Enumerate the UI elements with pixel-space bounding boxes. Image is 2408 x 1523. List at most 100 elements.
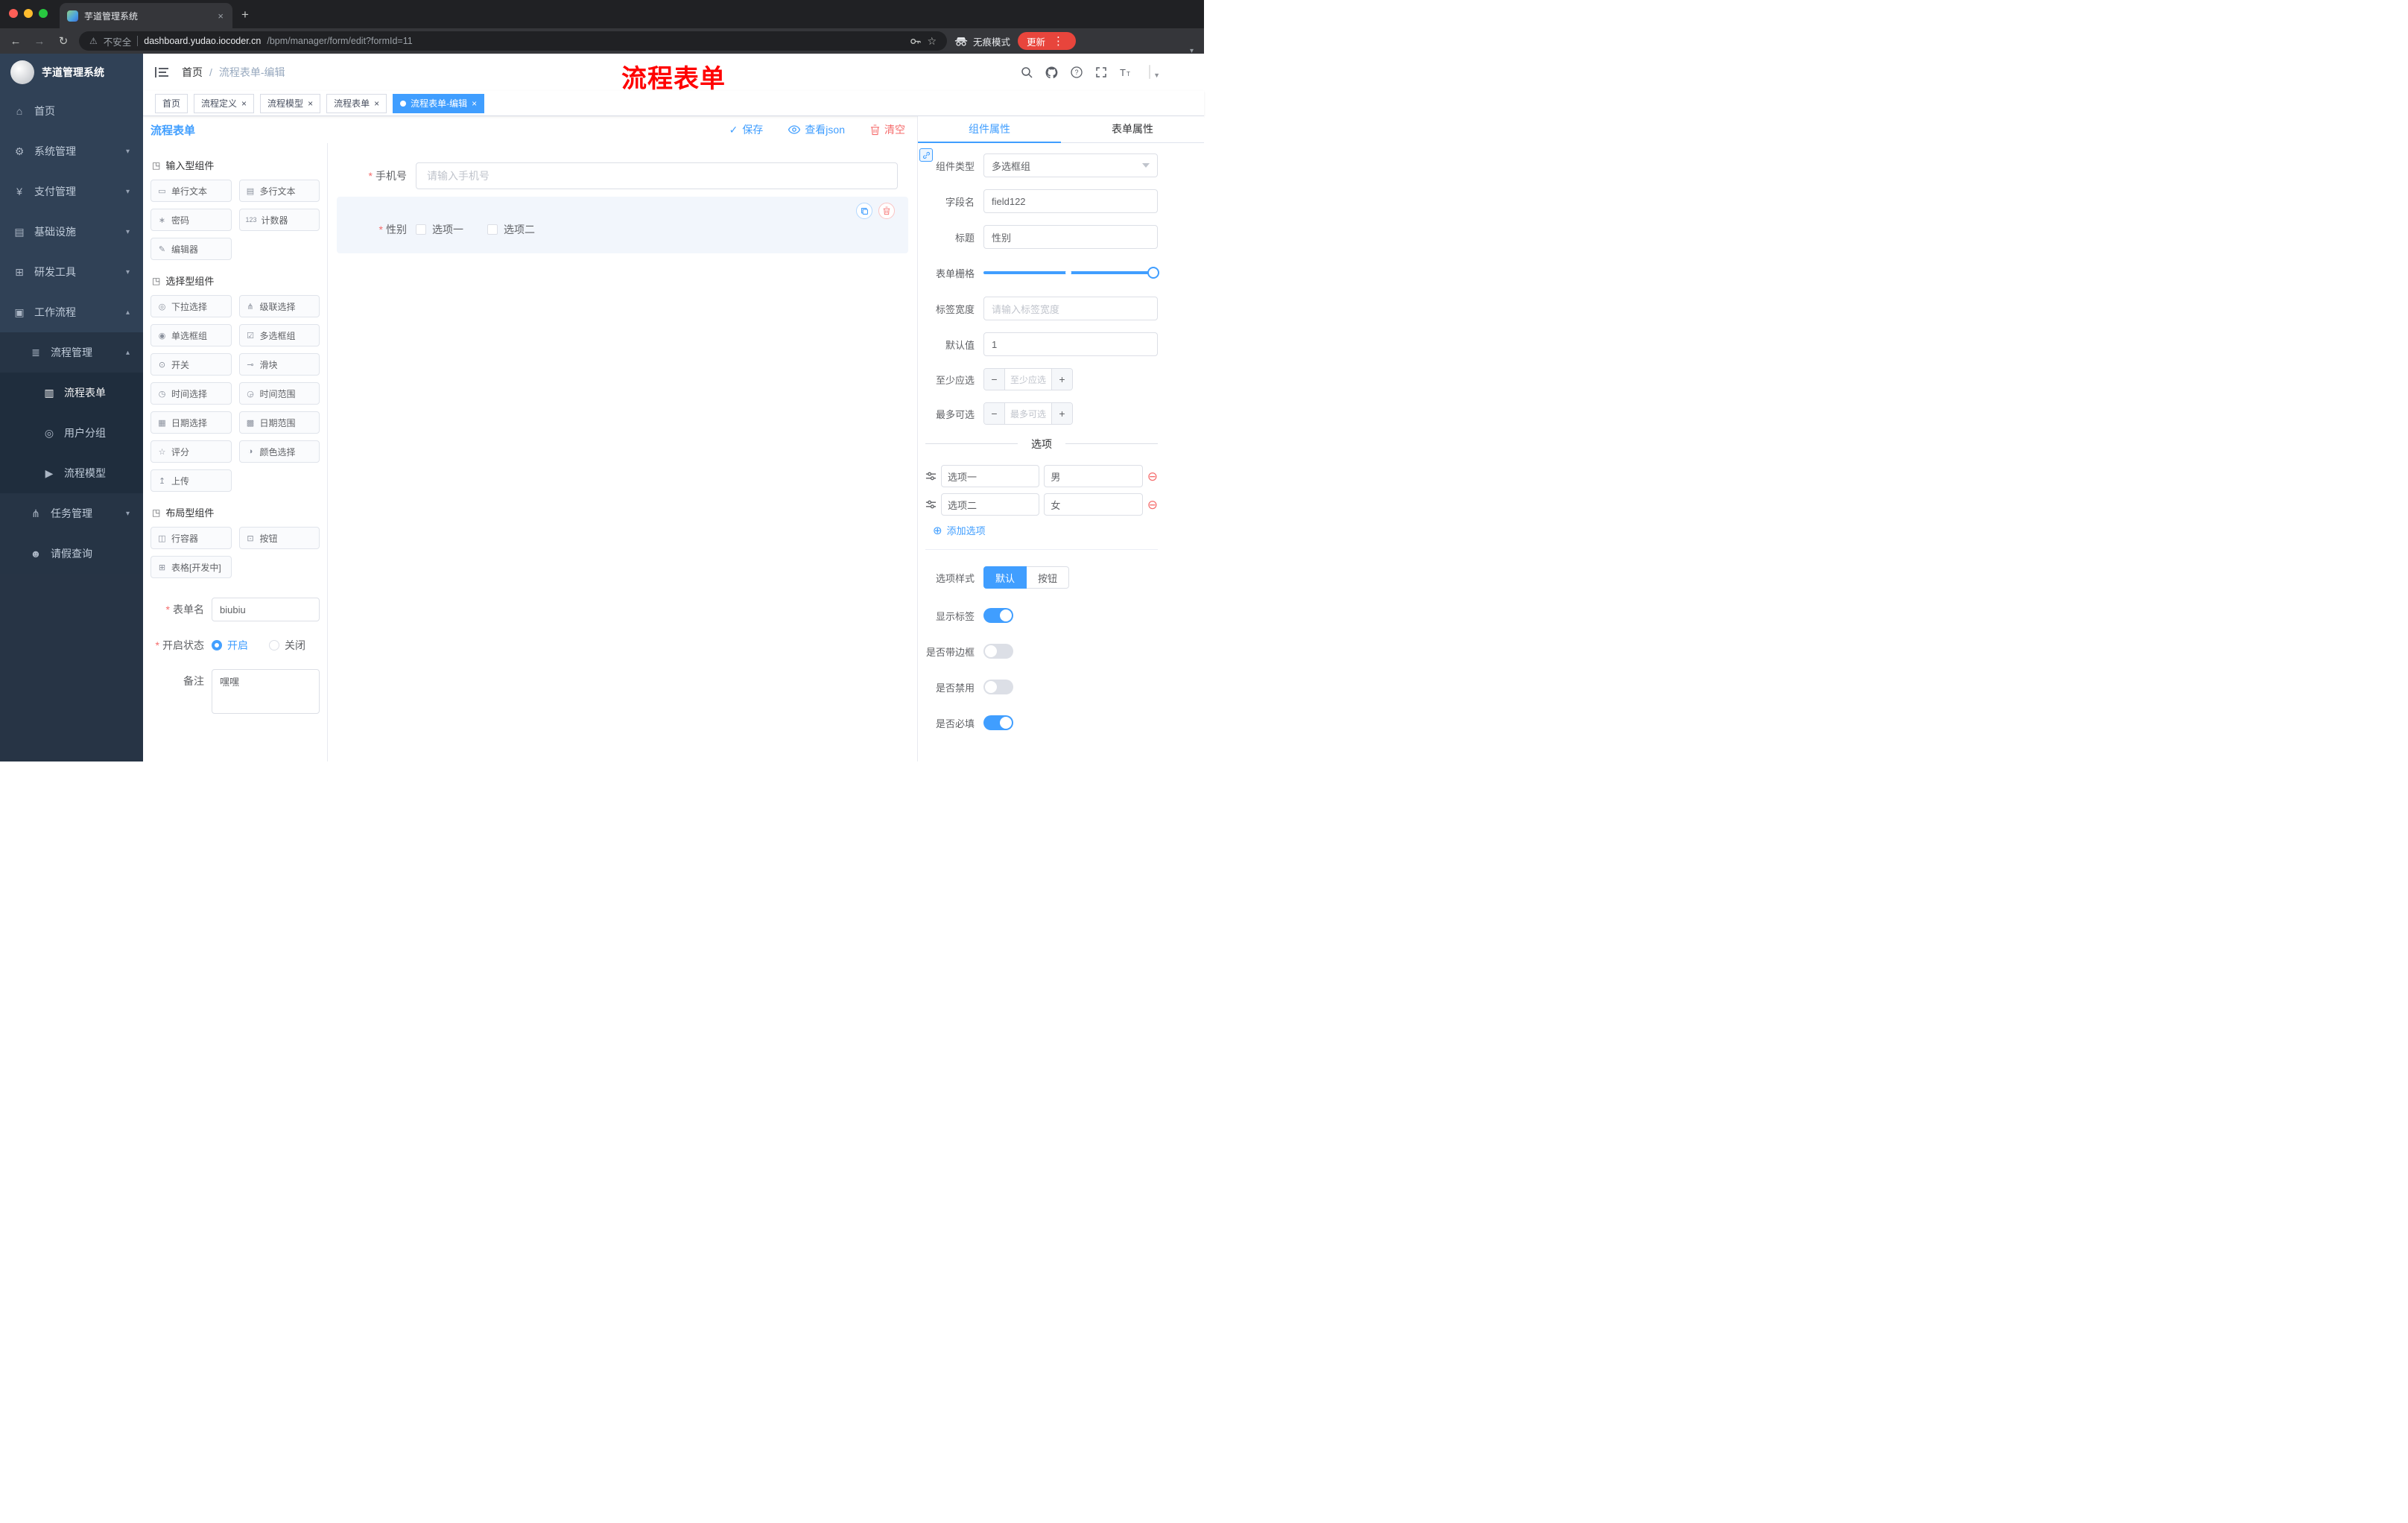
copy-component-button[interactable]	[856, 203, 872, 219]
sidebar-item-process-model[interactable]: ▶ 流程模型	[0, 453, 143, 493]
palette-item-table[interactable]: ⊞ 表格[开发中]	[150, 556, 232, 578]
sidebar-item-payment[interactable]: ¥ 支付管理 ▾	[0, 171, 143, 212]
min-select-value[interactable]: 至少应选	[1005, 369, 1051, 390]
palette-item-slider[interactable]: ⊸ 滑块	[238, 353, 320, 376]
avatar[interactable]	[1149, 65, 1150, 79]
plus-icon[interactable]: +	[1051, 369, 1072, 390]
style-button-button[interactable]: 按钮	[1027, 566, 1070, 589]
palette-item-select[interactable]: ◎ 下拉选择	[150, 295, 232, 317]
back-icon[interactable]: ←	[7, 35, 24, 48]
view-json-button[interactable]: 查看json	[788, 122, 845, 137]
tab-form-props[interactable]: 表单属性	[1061, 116, 1204, 142]
form-name-input[interactable]: biubiu	[212, 598, 320, 621]
font-size-icon[interactable]: TT	[1120, 67, 1132, 77]
plus-icon[interactable]: +	[1051, 403, 1072, 424]
canvas-field-phone[interactable]: 手机号 请输入手机号	[337, 153, 908, 195]
save-button[interactable]: ✓ 保存	[729, 122, 764, 137]
sidebar-item-home[interactable]: ⌂ 首页	[0, 91, 143, 131]
sidebar-item-system[interactable]: ⚙ 系统管理 ▾	[0, 131, 143, 171]
default-value-input[interactable]: 1	[983, 332, 1158, 356]
border-toggle[interactable]	[983, 644, 1013, 659]
checkbox-box-icon[interactable]	[487, 224, 498, 235]
option-name-input[interactable]: 选项二	[941, 493, 1040, 516]
max-select-value[interactable]: 最多可选	[1005, 403, 1051, 424]
sidebar-item-workflow[interactable]: ▣ 工作流程 ▴	[0, 292, 143, 332]
tag-process-model[interactable]: 流程模型 ×	[260, 93, 321, 113]
tab-component-props[interactable]: 组件属性	[918, 116, 1061, 143]
palette-item-color-picker[interactable]: ◑ 颜色选择	[238, 440, 320, 463]
phone-input[interactable]: 请输入手机号	[416, 162, 898, 189]
browser-tab[interactable]: 芋道管理系统 ×	[60, 3, 232, 28]
palette-item-time-range[interactable]: ◶ 时间范围	[238, 382, 320, 405]
delete-component-button[interactable]	[878, 203, 895, 219]
drag-handle-icon[interactable]	[925, 472, 937, 481]
password-key-icon[interactable]	[910, 36, 922, 47]
palette-item-password[interactable]: ∗ 密码	[150, 209, 232, 231]
option-value-input[interactable]: 男	[1044, 465, 1143, 487]
slider-handle[interactable]	[1147, 267, 1159, 279]
palette-item-upload[interactable]: ↥ 上传	[150, 469, 232, 492]
label-width-input[interactable]: 请输入标签宽度	[983, 297, 1158, 320]
bookmark-star-icon[interactable]: ☆	[927, 35, 937, 48]
tag-home[interactable]: 首页	[155, 93, 188, 113]
radio-status-on[interactable]: 开启	[212, 638, 248, 653]
help-icon[interactable]: ?	[1071, 66, 1083, 78]
tab-close-icon[interactable]: ×	[216, 10, 225, 22]
zoom-window-button[interactable]	[39, 9, 48, 18]
sidebar-logo[interactable]: 芋道管理系统	[0, 54, 143, 91]
show-label-toggle[interactable]	[983, 608, 1013, 623]
github-icon[interactable]	[1045, 66, 1058, 79]
palette-item-button[interactable]: ⊡ 按钮	[238, 527, 320, 549]
clear-button[interactable]: 清空	[870, 122, 905, 137]
hamburger-icon[interactable]	[155, 66, 168, 78]
sidebar-item-task-management[interactable]: ⋔ 任务管理 ▾	[0, 493, 143, 533]
option-name-input[interactable]: 选项一	[941, 465, 1040, 487]
minus-icon[interactable]: −	[984, 403, 1005, 424]
remove-option-icon[interactable]: ⊖	[1147, 470, 1158, 483]
add-option-button[interactable]: ⊕ 添加选项	[933, 523, 1158, 537]
user-avatar-wrap[interactable]: ▼	[1149, 65, 1160, 79]
form-grid-slider[interactable]	[983, 261, 1159, 285]
slider-track[interactable]	[983, 267, 1159, 279]
fullscreen-icon[interactable]	[1095, 66, 1107, 78]
form-remark-textarea[interactable]: 嘿嘿	[212, 669, 320, 714]
palette-item-date-range[interactable]: ▩ 日期范围	[238, 411, 320, 434]
tag-process-definition[interactable]: 流程定义 ×	[194, 93, 255, 113]
palette-item-date-picker[interactable]: ▦ 日期选择	[150, 411, 232, 434]
required-toggle[interactable]	[983, 715, 1013, 730]
palette-item-editor[interactable]: ✎ 编辑器	[150, 238, 232, 260]
new-tab-button[interactable]: +	[232, 7, 258, 28]
sidebar-item-devtools[interactable]: ⊞ 研发工具 ▾	[0, 252, 143, 292]
palette-item-counter[interactable]: 123 计数器	[238, 209, 320, 231]
address-bar[interactable]: ⚠ 不安全 dashboard.yudao.iocoder.cn/bpm/man…	[79, 31, 947, 51]
palette-item-checkbox-group[interactable]: ☑ 多选框组	[238, 324, 320, 346]
component-type-select[interactable]: 多选框组	[983, 153, 1158, 177]
tag-close-icon[interactable]: ×	[241, 98, 247, 109]
search-icon[interactable]	[1021, 66, 1033, 78]
sidebar-item-process-form[interactable]: ▥ 流程表单	[0, 373, 143, 413]
style-default-button[interactable]: 默认	[983, 566, 1027, 589]
drag-handle-icon[interactable]	[925, 500, 937, 509]
palette-item-rate[interactable]: ☆ 评分	[150, 440, 232, 463]
palette-item-row-container[interactable]: ◫ 行容器	[150, 527, 232, 549]
canvas-field-gender-selected[interactable]: 性别 选项一 选项二	[337, 197, 908, 253]
title-input[interactable]: 性别	[983, 225, 1158, 249]
palette-item-radio-group[interactable]: ◉ 单选框组	[150, 324, 232, 346]
disabled-toggle[interactable]	[983, 680, 1013, 694]
remove-option-icon[interactable]: ⊖	[1147, 498, 1158, 511]
palette-item-time-picker[interactable]: ◷ 时间选择	[150, 382, 232, 405]
update-button[interactable]: 更新 ⋮	[1018, 32, 1077, 50]
link-icon[interactable]	[919, 148, 933, 162]
palette-item-cascader[interactable]: ⋔ 级联选择	[238, 295, 320, 317]
palette-item-switch[interactable]: ⊙ 开关	[150, 353, 232, 376]
checkbox-option-2[interactable]: 选项二	[487, 222, 535, 237]
form-canvas[interactable]: 手机号 请输入手机号 性别	[328, 143, 917, 762]
tag-close-icon[interactable]: ×	[374, 98, 379, 109]
tag-process-form-edit[interactable]: 流程表单-编辑 ×	[393, 93, 485, 113]
breadcrumb-home[interactable]: 首页	[182, 65, 203, 80]
field-name-input[interactable]: field122	[983, 189, 1158, 213]
tag-process-form[interactable]: 流程表单 ×	[326, 93, 387, 113]
tag-close-icon[interactable]: ×	[308, 98, 313, 109]
forward-icon[interactable]: →	[31, 35, 48, 48]
radio-status-off[interactable]: 关闭	[269, 638, 305, 653]
